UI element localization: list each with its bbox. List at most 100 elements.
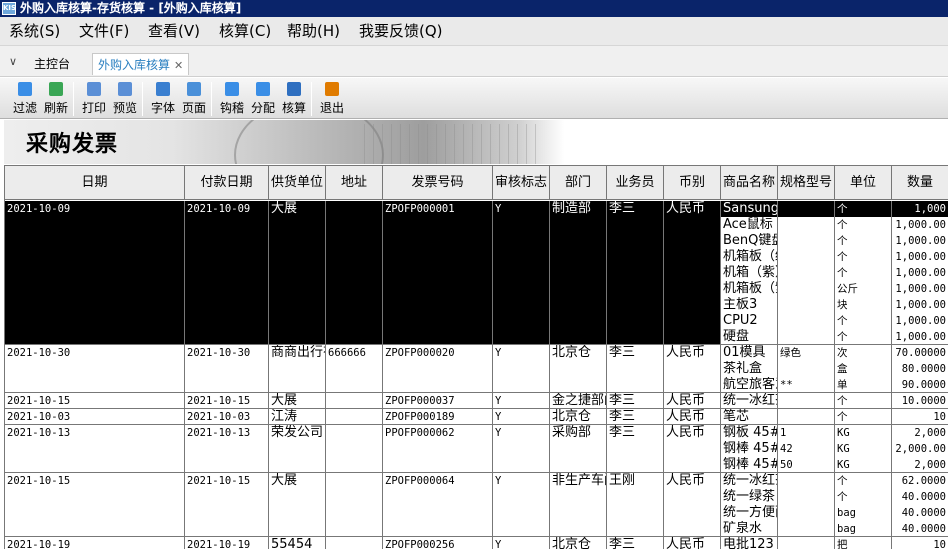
toolbar-button[interactable]: 退出 [317, 81, 347, 117]
table-row[interactable]: 2021-10-15 2021-10-15 大展 ZPOFP000037 Y 金之捷部门李… [5, 393, 948, 409]
cell-qty: 10.0000 [892, 393, 948, 408]
cell-text: 李三 [609, 201, 636, 216]
menu-item[interactable]: 帮助(H) [287, 22, 340, 40]
toolbar-separator [73, 82, 74, 116]
cell-text [326, 393, 382, 408]
cell-text: ZPOFP000001 [385, 203, 455, 215]
cell-staff: 李三 [607, 537, 664, 549]
cell-text: 2021-10-15 [7, 395, 71, 407]
cell-text: 商商出行有 [271, 345, 325, 360]
menu-item[interactable]: 查看(V) [148, 22, 200, 40]
chevron-down-icon[interactable]: ∨ [9, 55, 17, 68]
cell-text: 01模具 [723, 345, 766, 360]
cell-text: 个 [837, 235, 848, 247]
column-header[interactable]: 业务员 [607, 166, 664, 200]
cell-text: 人民币 [666, 393, 706, 408]
cell-text: KG [837, 443, 850, 455]
column-header[interactable]: 币别 [664, 166, 721, 200]
toolbar-button[interactable]: 打印 [79, 81, 109, 117]
cell-text: 主板3 [723, 297, 758, 312]
tab-item[interactable]: 主控台 [29, 53, 75, 75]
tab-item[interactable]: 外购入库核算 ✕ [92, 53, 190, 75]
column-header[interactable]: 数量 [892, 166, 948, 200]
cell-text: 2021-10-30 [187, 347, 251, 359]
table-row[interactable]: 2021-10-03 2021-10-03 江涛 ZPOFP000189 Y 北京仓 李三 人… [5, 409, 948, 425]
filter-icon [18, 82, 32, 96]
menu-item[interactable]: 核算(C) [219, 22, 271, 40]
cell-supplier: 大展 [269, 201, 326, 344]
cell-text: 2,000 [914, 427, 946, 439]
cell-text: 40.0000 [901, 491, 946, 503]
cell-text: 大展 [271, 201, 298, 216]
menu-item[interactable]: 系统(S) [9, 22, 60, 40]
toolbar-button[interactable]: 分配 [248, 81, 278, 117]
cell-invoice: ZPOFP000037 [383, 393, 493, 408]
cell-text: 绿色 [780, 347, 801, 359]
column-header[interactable]: 付款日期 [185, 166, 269, 200]
cell-text: 2021-10-19 [187, 539, 251, 549]
cell-text: 李三 [609, 345, 636, 360]
page-icon [187, 82, 201, 96]
toolbar-button[interactable]: 核算 [279, 81, 309, 117]
cell-text [778, 201, 834, 217]
report-banner: 采购发票 [4, 120, 564, 164]
cell-staff: 李三 [607, 201, 664, 344]
close-icon[interactable]: ✕ [174, 59, 183, 72]
cell-address [326, 473, 383, 536]
cell-currency: 人民币 [664, 537, 721, 549]
cell-text: 2021-10-09 [7, 203, 71, 215]
column-header[interactable]: 单位 [835, 166, 892, 200]
cell-qty: 10 [892, 409, 948, 424]
cell-text: 个 [837, 491, 848, 503]
column-header[interactable]: 规格型号 [778, 166, 835, 200]
table-header: 日期 付款日期 供货单位 地址 发票号码 审核标志 部门 业务员 币别 商品名称 规格型号 单位 数量 [5, 166, 948, 200]
menu-item[interactable]: 文件(F) [79, 22, 129, 40]
cell-text: 2021-10-13 [187, 427, 251, 439]
cell-text: 1,000.00 [895, 283, 946, 295]
cell-text: 统一方便面 [723, 505, 777, 520]
toolbar-button[interactable]: 过滤 [10, 81, 40, 117]
cell-text: 茶礼盒 [723, 361, 763, 376]
cell-invoice: PPOFP000062 [383, 425, 493, 472]
table-row[interactable]: 2021-10-13 2021-10-13 荣发公司 PPOFP000062 Y 采购部 李… [5, 425, 948, 473]
cell-text: 机箱板（紫 [723, 281, 777, 296]
toolbar-button[interactable]: 钩稽 [217, 81, 247, 117]
toolbar-button[interactable]: 字体 [148, 81, 178, 117]
cell-text: ZPOFP000189 [385, 411, 455, 423]
cell-address [326, 537, 383, 549]
column-header[interactable]: 日期 [5, 166, 185, 200]
table-row[interactable]: 2021-10-15 2021-10-15 大展 ZPOFP000064 Y 非生产车间王… [5, 473, 948, 537]
cell-text: 人民币 [666, 201, 706, 216]
menu-item[interactable]: 我要反馈(Q) [359, 22, 443, 40]
column-header[interactable]: 审核标志 [493, 166, 550, 200]
column-header[interactable]: 部门 [550, 166, 607, 200]
table-row[interactable]: 2021-10-09 2021-10-09 大展 ZPOFP000001 Y 制造部 李三 人… [5, 201, 948, 345]
toolbar-button-label: 退出 [319, 101, 344, 115]
column-header[interactable]: 商品名称 [721, 166, 778, 200]
table-row[interactable]: 2021-10-19 2021-10-19 55454 ZPOFP000256 Y 北京仓… [5, 537, 948, 549]
cell-spec: 绿色 ** [778, 345, 835, 392]
table-row[interactable]: 2021-10-30 2021-10-30 商商出行有666666 ZPOFP0000… [5, 345, 948, 393]
cell-text: 2021-10-03 [7, 411, 71, 423]
cell-text: Ace鼠标 [723, 217, 773, 232]
cell-text: 10 [933, 539, 946, 549]
cell-text: 把 [837, 539, 848, 549]
cell-pay_date: 2021-10-09 [185, 201, 269, 344]
column-header[interactable]: 供货单位 [269, 166, 326, 200]
cell-text [778, 297, 834, 313]
cell-name: 01模具茶礼盒航空旅客意 [721, 345, 778, 392]
banner-texture [364, 124, 544, 164]
cell-supplier: 55454 [269, 537, 326, 549]
toolbar-button[interactable]: 预览 [110, 81, 140, 117]
cell-unit: 个 [835, 393, 892, 408]
cell-text [778, 281, 834, 297]
cell-currency: 人民币 [664, 201, 721, 344]
toolbar-button[interactable]: 刷新 [41, 81, 71, 117]
column-header[interactable]: 发票号码 [383, 166, 493, 200]
cell-text: Y [495, 475, 502, 487]
cell-text: Sansung显 [721, 201, 777, 217]
column-header[interactable]: 地址 [326, 166, 383, 200]
toolbar-button[interactable]: 页面 [179, 81, 209, 117]
cell-text [778, 537, 834, 549]
cell-audit: Y [493, 345, 550, 392]
